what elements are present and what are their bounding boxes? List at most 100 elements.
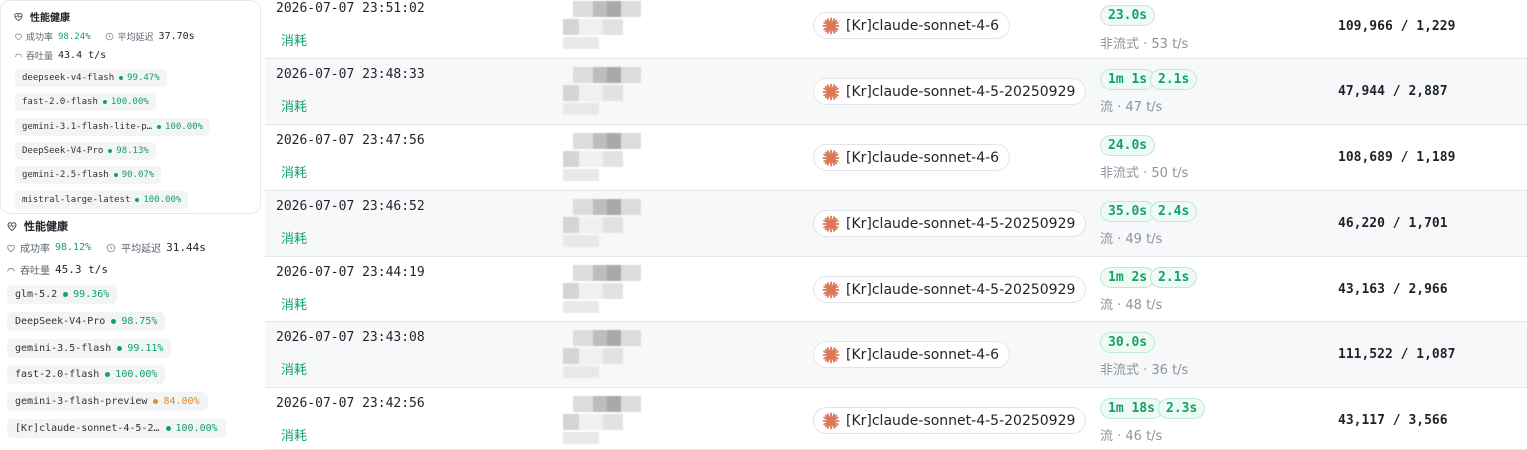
stream-speed: 流 · 49 t/s xyxy=(1100,232,1163,247)
model-name: [Kr]claude-sonnet-4-5-20250929 xyxy=(846,83,1076,100)
model-health-chip: gemini-3-flash-preview 84.00% xyxy=(7,392,208,412)
claude-logo-icon xyxy=(822,281,840,298)
model-name: gemini-3.5-flash xyxy=(15,342,112,354)
model-health-chip: DeepSeek-V4-Pro 98.75% xyxy=(7,311,166,331)
model-badge[interactable]: [Kr]claude-sonnet-4-6 xyxy=(813,12,1011,39)
redacted-user xyxy=(563,1,643,51)
model-name: DeepSeek-V4-Pro xyxy=(22,145,104,156)
heart-pulse-icon xyxy=(7,222,17,232)
log-type-tag: 消耗 xyxy=(281,298,308,313)
model-success-rate: 98.13% xyxy=(116,145,149,156)
redacted-user xyxy=(563,396,643,446)
panel-title-row: 性能健康 xyxy=(13,9,70,24)
status-dot xyxy=(157,124,162,129)
stream-speed: 非流式 · 53 t/s xyxy=(1100,37,1189,52)
timestamp: 2026-07-07 23:43:08 xyxy=(276,330,425,345)
model-name: gemini-2.5-flash xyxy=(22,170,109,181)
model-health-chip: mistral-large-latest 100.00% xyxy=(15,190,189,209)
gauge-icon xyxy=(7,267,15,272)
model-success-rate: 99.47% xyxy=(127,73,160,83)
success-latency-line: 成功率 98.12% 平均延迟 31.44s xyxy=(6,240,206,255)
throughput-label: 吞吐量 xyxy=(20,266,50,277)
throughput-label: 吞吐量 xyxy=(26,52,54,62)
table-row[interactable]: 2026-07-07 23:51:02 消耗 [Kr]claude-sonnet… xyxy=(265,0,1527,59)
token-count: 109,966 / 1,229 xyxy=(1338,19,1456,34)
redacted-user xyxy=(563,265,643,315)
first-token-badge: 2.3s xyxy=(1158,398,1206,419)
log-type-tag: 消耗 xyxy=(281,429,308,444)
model-badge[interactable]: [Kr]claude-sonnet-4-5-20250929 xyxy=(813,276,1087,303)
status-dot xyxy=(102,100,107,105)
success-latency-line: 成功率 98.24% 平均延迟 37.70s xyxy=(14,30,195,43)
model-name: deepseek-v4-flash xyxy=(22,73,115,83)
claude-logo-icon xyxy=(822,17,840,34)
model-health-chip: gemini-2.5-flash 90.07% xyxy=(15,166,162,185)
heart-pulse-icon xyxy=(15,33,22,41)
model-health-chip: fast-2.0-flash 100.00% xyxy=(7,365,166,385)
model-name: fast-2.0-flash xyxy=(22,97,98,108)
model-name: gemini-3.1-flash-lite-p… xyxy=(22,121,153,132)
status-dot xyxy=(119,76,124,80)
claude-logo-icon xyxy=(822,412,840,429)
stream-speed: 流 · 47 t/s xyxy=(1100,100,1163,115)
gauge-icon xyxy=(15,53,22,58)
duration-badge: 30.0s xyxy=(1100,332,1156,353)
model-success-rate: 100.00% xyxy=(165,121,203,132)
heart-pulse-icon xyxy=(14,13,23,22)
model-name: fast-2.0-flash xyxy=(15,369,100,381)
model-badge[interactable]: [Kr]claude-sonnet-4-5-20250929 xyxy=(813,78,1087,105)
stream-speed: 非流式 · 36 t/s xyxy=(1100,363,1189,378)
model-success-rate: 98.75% xyxy=(121,315,158,327)
model-badge[interactable]: [Kr]claude-sonnet-4-6 xyxy=(813,341,1011,368)
table-row[interactable]: 2026-07-07 23:46:52 消耗 [Kr]claude-sonnet… xyxy=(265,191,1527,257)
model-name: [Kr]claude-sonnet-4-5-20250929 xyxy=(846,215,1076,232)
model-name: [Kr]claude-sonnet-4-5-20250929 xyxy=(846,281,1076,298)
success-rate-label: 成功率 xyxy=(26,33,54,43)
model-badge[interactable]: [Kr]claude-sonnet-4-5-20250929 xyxy=(813,407,1087,434)
model-success-rate: 100.00% xyxy=(143,194,182,205)
table-row[interactable]: 2026-07-07 23:42:56 消耗 [Kr]claude-sonnet… xyxy=(265,388,1527,450)
heart-pulse-icon xyxy=(7,244,15,252)
table-row[interactable]: 2026-07-07 23:44:19 消耗 [Kr]claude-sonnet… xyxy=(265,257,1527,322)
table-row[interactable]: 2026-07-07 23:47:56 消耗 [Kr]claude-sonnet… xyxy=(265,125,1527,191)
duration-badge: 1m 2s xyxy=(1100,267,1156,288)
model-health-chip: fast-2.0-flash 100.00% xyxy=(15,93,156,112)
panel-title: 性能健康 xyxy=(30,13,70,24)
first-token-badge: 2.1s xyxy=(1150,267,1198,288)
table-row[interactable]: 2026-07-07 23:43:08 消耗 [Kr]claude-sonnet… xyxy=(265,322,1527,388)
timestamp: 2026-07-07 23:46:52 xyxy=(276,199,425,214)
stream-speed: 流 · 46 t/s xyxy=(1100,429,1163,444)
token-count: 43,117 / 3,566 xyxy=(1338,413,1448,428)
model-name: [Kr]claude-sonnet-4-5-20250929 xyxy=(846,412,1076,429)
model-badge[interactable]: [Kr]claude-sonnet-4-5-20250929 xyxy=(813,210,1087,237)
duration-badge: 1m 1s xyxy=(1100,69,1156,90)
model-name: mistral-large-latest xyxy=(22,194,131,205)
status-dot xyxy=(108,148,113,153)
token-count: 46,220 / 1,701 xyxy=(1338,216,1448,231)
model-success-rate: 90.07% xyxy=(121,170,155,181)
model-success-rate: 84.00% xyxy=(163,396,200,408)
token-count: 47,944 / 2,887 xyxy=(1338,84,1448,99)
throughput-line: 吞吐量 45.3 t/s xyxy=(6,262,108,277)
clock-icon xyxy=(105,32,113,41)
first-token-badge: 2.1s xyxy=(1150,69,1198,90)
throughput-value: 45.3 t/s xyxy=(55,263,108,276)
table-row[interactable]: 2026-07-07 23:48:33 消耗 [Kr]claude-sonnet… xyxy=(265,59,1527,125)
model-name: DeepSeek-V4-Pro xyxy=(15,315,106,327)
timestamp: 2026-07-07 23:47:56 xyxy=(276,133,425,148)
avg-latency-value: 31.44s xyxy=(166,241,206,254)
redacted-user xyxy=(563,199,643,249)
model-success-rate: 100.00% xyxy=(110,97,149,108)
token-count: 108,689 / 1,189 xyxy=(1338,150,1456,165)
timestamp: 2026-07-07 23:51:02 xyxy=(276,1,425,16)
claude-logo-icon xyxy=(822,215,840,232)
avg-latency-value: 37.70s xyxy=(158,31,195,42)
model-health-chip: glm-5.2 99.36% xyxy=(7,285,118,304)
perf-health-panel-bottom: 性能健康 成功率 98.12% 平均延迟 31.44s 吞吐量 45.3 t/s… xyxy=(0,214,265,450)
model-badge[interactable]: [Kr]claude-sonnet-4-6 xyxy=(813,144,1011,171)
timestamp: 2026-07-07 23:44:19 xyxy=(276,265,425,280)
timestamp: 2026-07-07 23:48:33 xyxy=(276,67,425,82)
status-dot xyxy=(105,372,111,378)
token-count: 43,163 / 2,966 xyxy=(1338,282,1448,297)
stream-speed: 流 · 48 t/s xyxy=(1100,298,1163,313)
